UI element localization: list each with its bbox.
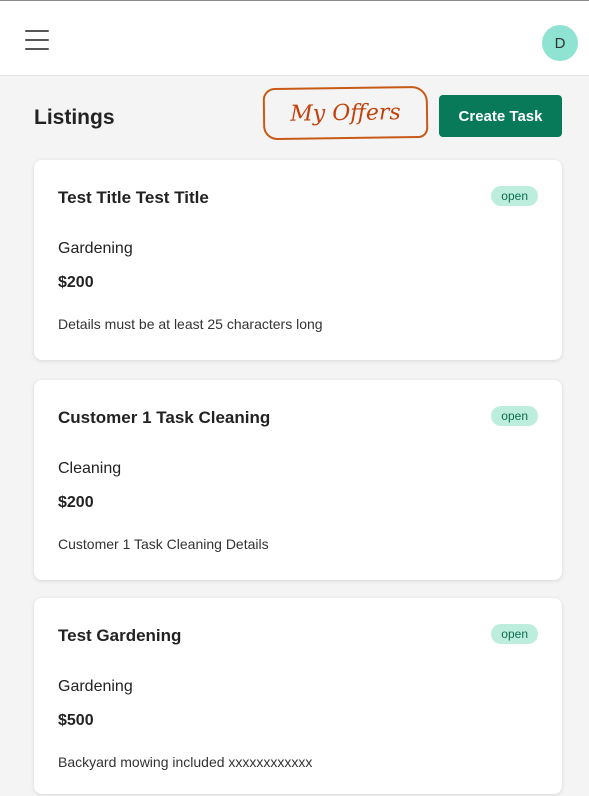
status-badge: open	[491, 186, 538, 206]
listing-category: Cleaning	[58, 460, 122, 477]
listing-details: Details must be at least 25 characters l…	[58, 316, 323, 332]
listing-details: Backyard mowing included xxxxxxxxxxxx	[58, 754, 313, 770]
listing-card[interactable]: Test Gardening open Gardening $500 Backy…	[34, 598, 562, 794]
listing-details: Customer 1 Task Cleaning Details	[58, 536, 269, 552]
hamburger-menu-icon[interactable]	[25, 30, 49, 52]
app: D Listings My Offers Create Task Test Ti…	[0, 0, 589, 796]
status-badge: open	[491, 624, 538, 644]
listing-title: Test Title Test Title	[58, 188, 209, 207]
page-title: Listings	[34, 106, 115, 129]
listing-card[interactable]: Customer 1 Task Cleaning open Cleaning $…	[34, 380, 562, 580]
listing-card[interactable]: Test Title Test Title open Gardening $20…	[34, 160, 562, 360]
user-avatar[interactable]: D	[542, 25, 578, 61]
top-bar: D	[0, 0, 589, 76]
listing-price: $200	[58, 274, 94, 291]
create-task-button[interactable]: Create Task	[439, 95, 562, 137]
my-offers-button[interactable]: My Offers	[262, 85, 429, 141]
listing-price: $200	[58, 494, 94, 511]
listing-category: Gardening	[58, 678, 133, 695]
listing-title: Customer 1 Task Cleaning	[58, 408, 271, 427]
listing-category: Gardening	[58, 240, 133, 257]
listing-price: $500	[58, 712, 94, 729]
listing-title: Test Gardening	[58, 626, 182, 645]
status-badge: open	[491, 406, 538, 426]
